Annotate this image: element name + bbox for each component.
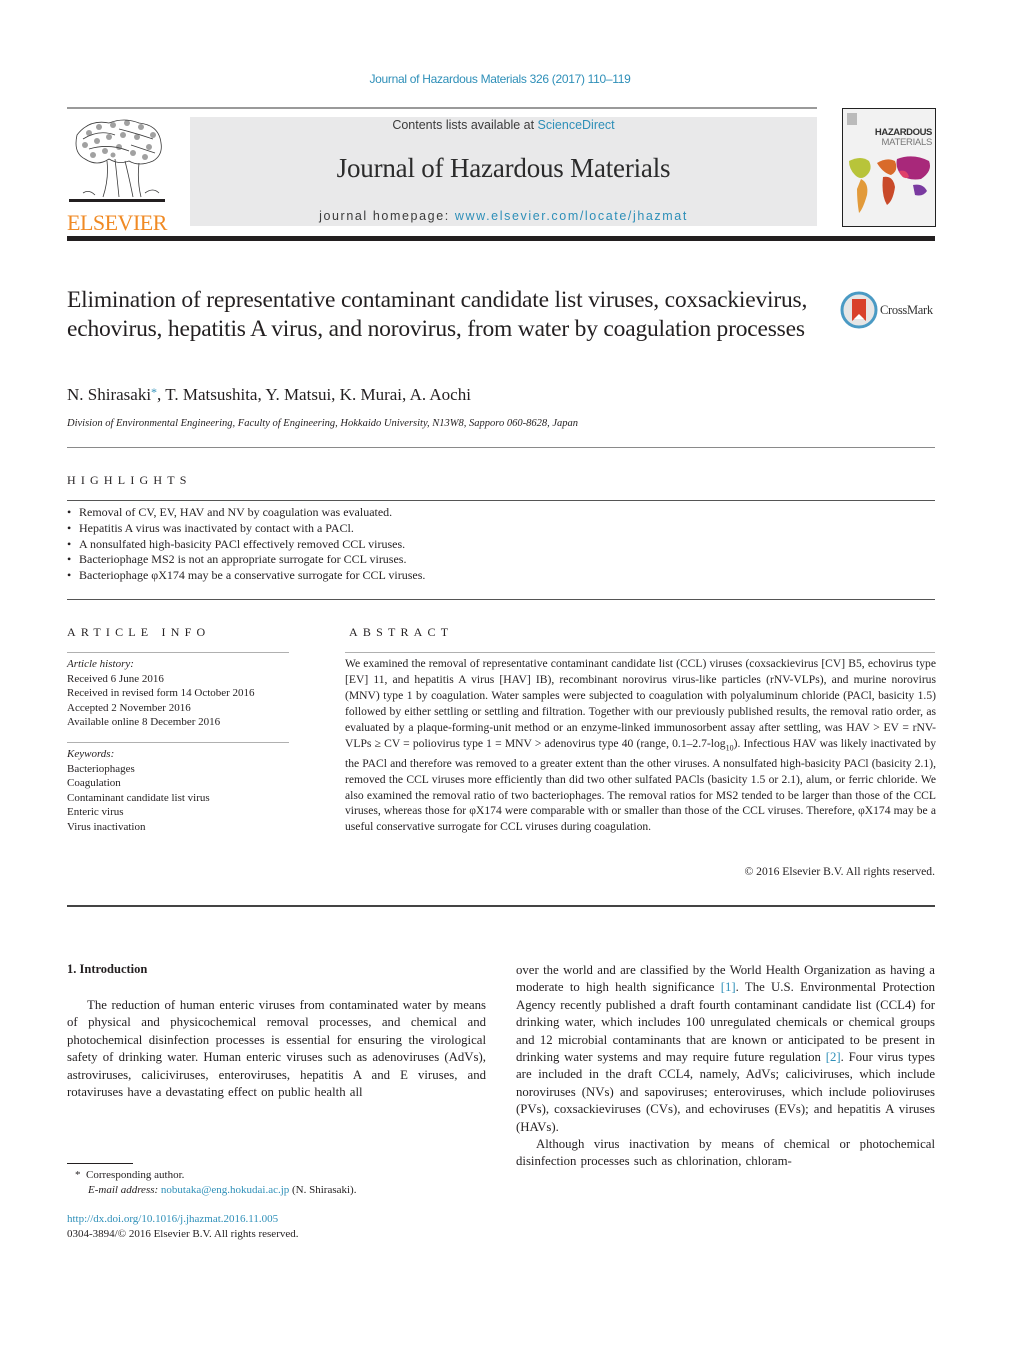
email-link[interactable]: nobutaka@eng.hokudai.ac.jp: [161, 1184, 289, 1196]
footnote-rule: [67, 1163, 133, 1164]
abstract-subscript: 10: [725, 742, 734, 752]
body-paragraph: over the world and are classified by the…: [516, 962, 935, 1136]
highlight-item: Removal of CV, EV, HAV and NV by coagula…: [67, 505, 425, 521]
journal-name: Journal of Hazardous Materials: [336, 153, 671, 183]
corresponding-author-note: Corresponding author.: [86, 1169, 185, 1181]
author-name[interactable]: A. Aochi: [410, 385, 471, 404]
keywords-label: Keywords:: [67, 748, 115, 760]
highlight-item: Bacteriophage φX174 may be a conservativ…: [67, 568, 425, 584]
homepage-link[interactable]: www.elsevier.com/locate/jhazmat: [455, 209, 688, 223]
issn-copyright: 0304-3894/© 2016 Elsevier B.V. All right…: [67, 1227, 299, 1240]
reference-link[interactable]: [2]: [826, 1050, 841, 1064]
highlight-item: Bacteriophage MS2 is not an appropriate …: [67, 552, 425, 568]
divider: [67, 599, 935, 600]
header-thick-rule: [67, 236, 935, 241]
footnotes: * Corresponding author. E-mail address: …: [67, 1168, 356, 1197]
divider: [345, 652, 935, 653]
author-affiliation: Division of Environmental Engineering, F…: [67, 418, 579, 429]
keyword-item: Bacteriophages: [67, 762, 135, 775]
history-item: Accepted 2 November 2016: [67, 701, 191, 714]
contents-line: Contents lists available at ScienceDirec…: [190, 118, 817, 132]
contents-prefix: Contents lists available at: [392, 118, 538, 132]
author-list: N. Shirasaki*, T. Matsushita, Y. Matsui,…: [67, 385, 471, 405]
abstract-text: We examined the removal of representativ…: [345, 656, 936, 835]
article-title: Elimination of representative contaminan…: [67, 287, 808, 342]
abstract-copyright: © 2016 Elsevier B.V. All rights reserved…: [744, 865, 935, 878]
crossmark-label: CrossMark: [880, 303, 933, 317]
footnote-marker: *: [75, 1169, 81, 1181]
homepage-line: journal homepage: www.elsevier.com/locat…: [190, 209, 817, 223]
highlight-item: Hepatitis A virus was inactivated by con…: [67, 521, 425, 537]
divider: [67, 652, 289, 653]
doi-block: http://dx.doi.org/10.1016/j.jhazmat.2016…: [67, 1212, 299, 1241]
history-item: Received 6 June 2016: [67, 672, 164, 685]
header-rule: [67, 107, 817, 109]
journal-cover-thumbnail[interactable]: HAZARDOUS MATERIALS: [842, 108, 936, 227]
elsevier-tree-icon: [69, 115, 165, 205]
reference-link[interactable]: [1]: [721, 980, 736, 994]
elsevier-wordmark: ELSEVIER: [67, 210, 167, 235]
article-history: Article history: Received 6 June 2016 Re…: [67, 657, 255, 730]
email-label: E-mail address:: [88, 1183, 161, 1196]
sciencedirect-link[interactable]: ScienceDirect: [538, 118, 615, 132]
divider: [67, 447, 935, 448]
article-info-heading: ARTICLE INFO: [67, 625, 211, 639]
section-heading-introduction: 1. Introduction: [67, 962, 148, 976]
keyword-item: Coagulation: [67, 777, 121, 790]
cover-world-map-icon: [847, 113, 930, 213]
divider: [67, 500, 935, 501]
author-name[interactable]: N. Shirasaki: [67, 385, 151, 404]
body-column-right: over the world and are classified by the…: [516, 962, 935, 1171]
journal-masthead: Contents lists available at ScienceDirec…: [190, 117, 817, 226]
history-item: Received in revised form 14 October 2016: [67, 687, 255, 700]
body-paragraph: The reduction of human enteric viruses f…: [67, 998, 486, 1100]
homepage-prefix: journal homepage:: [319, 209, 455, 223]
body-column-left: The reduction of human enteric viruses f…: [67, 997, 486, 1101]
author-separator: ,: [331, 385, 340, 404]
crossmark-icon: [840, 291, 878, 329]
abstract-heading: ABSTRACT: [349, 625, 454, 639]
body-paragraph: Although virus inactivation by means of …: [516, 1137, 935, 1169]
history-label: Article history:: [67, 658, 134, 670]
keyword-item: Contaminant candidate list virus: [67, 791, 210, 804]
email-owner: (N. Shirasaki).: [289, 1183, 357, 1196]
divider: [67, 742, 289, 743]
author-name[interactable]: K. Murai: [340, 385, 402, 404]
doi-link[interactable]: http://dx.doi.org/10.1016/j.jhazmat.2016…: [67, 1213, 278, 1225]
author-separator: ,: [402, 385, 410, 404]
keywords: Keywords: Bacteriophages Coagulation Con…: [67, 747, 210, 835]
history-item: Available online 8 December 2016: [67, 716, 221, 729]
author-name[interactable]: T. Matsushita: [165, 385, 257, 404]
journal-citation-link[interactable]: Journal of Hazardous Materials 326 (2017…: [0, 72, 1000, 86]
elsevier-logo[interactable]: ELSEVIER: [67, 115, 167, 234]
divider: [67, 905, 935, 907]
highlights-heading: HIGHLIGHTS: [67, 473, 192, 487]
crossmark-button[interactable]: CrossMark: [840, 291, 940, 331]
abstract-part: ). Infectious HAV was likely inactivated…: [345, 736, 936, 834]
keyword-item: Enteric virus: [67, 806, 124, 819]
highlights-list: Removal of CV, EV, HAV and NV by coagula…: [67, 505, 425, 584]
keyword-item: Virus inactivation: [67, 820, 146, 833]
highlight-item: A nonsulfated high-basicity PACl effecti…: [67, 537, 425, 553]
author-name[interactable]: Y. Matsui: [265, 385, 331, 404]
